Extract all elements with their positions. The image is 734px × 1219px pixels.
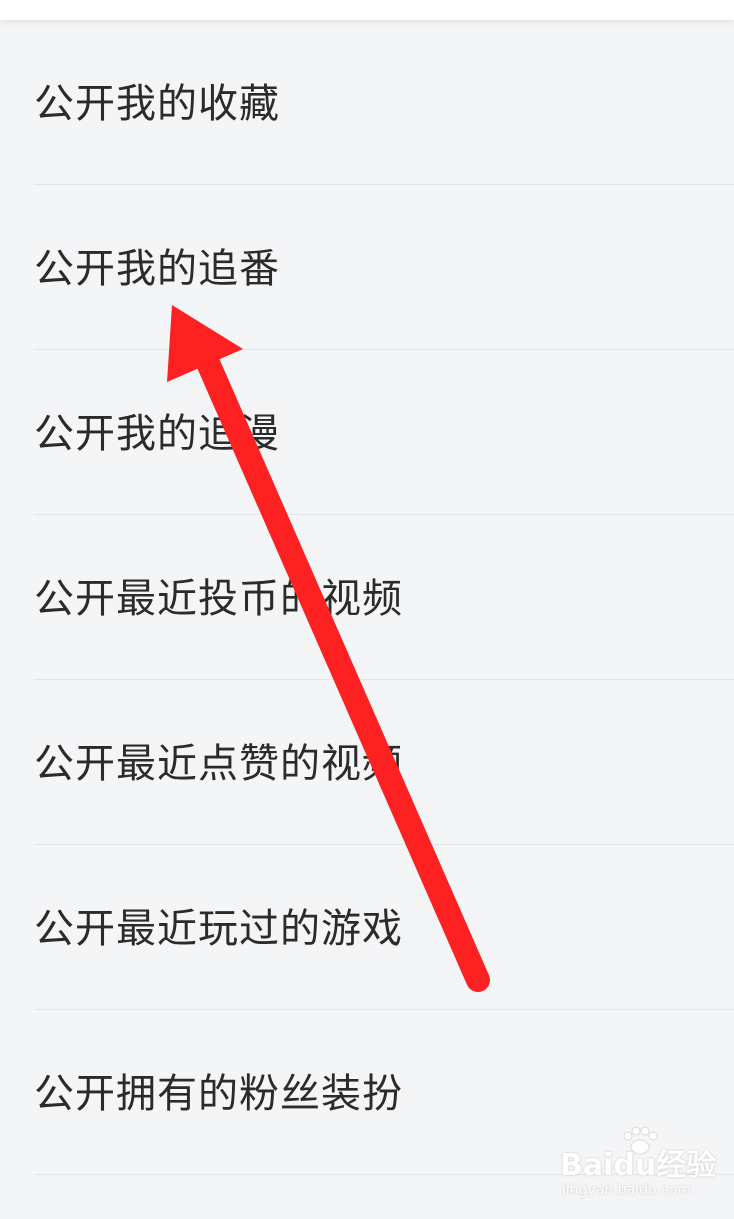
setting-label: 公开最近玩过的游戏 bbox=[34, 906, 403, 952]
setting-label: 公开拥有的粉丝装扮 bbox=[34, 1071, 403, 1117]
top-bar bbox=[0, 0, 734, 20]
setting-label: 公开最近点赞的视频 bbox=[34, 741, 403, 787]
watermark-logo-text: Baidu经验 bbox=[560, 1148, 717, 1183]
setting-row-public-favorites[interactable]: 公开我的收藏 bbox=[0, 20, 734, 185]
setting-row-public-liked-videos[interactable]: 公开最近点赞的视频 bbox=[0, 680, 734, 845]
setting-label: 公开我的收藏 bbox=[34, 81, 280, 127]
setting-row-public-coined-videos[interactable]: 公开最近投币的视频 bbox=[0, 515, 734, 680]
setting-row-public-bangumi[interactable]: 公开我的追番 bbox=[0, 185, 734, 350]
privacy-settings-list: 公开我的收藏 公开我的追番 公开我的追漫 公开最近投币的视频 公开最近点赞的视频… bbox=[0, 20, 734, 1175]
watermark-url-text: jingyan.baidu.com bbox=[562, 1182, 692, 1198]
setting-row-public-comics[interactable]: 公开我的追漫 bbox=[0, 350, 734, 515]
baidu-jingyan-watermark: Baidu经验 jingyan.baidu.com bbox=[560, 1126, 730, 1210]
setting-label: 公开我的追漫 bbox=[34, 411, 280, 457]
setting-label: 公开我的追番 bbox=[34, 246, 280, 292]
setting-row-public-played-games[interactable]: 公开最近玩过的游戏 bbox=[0, 845, 734, 1010]
setting-label: 公开最近投币的视频 bbox=[34, 576, 403, 622]
